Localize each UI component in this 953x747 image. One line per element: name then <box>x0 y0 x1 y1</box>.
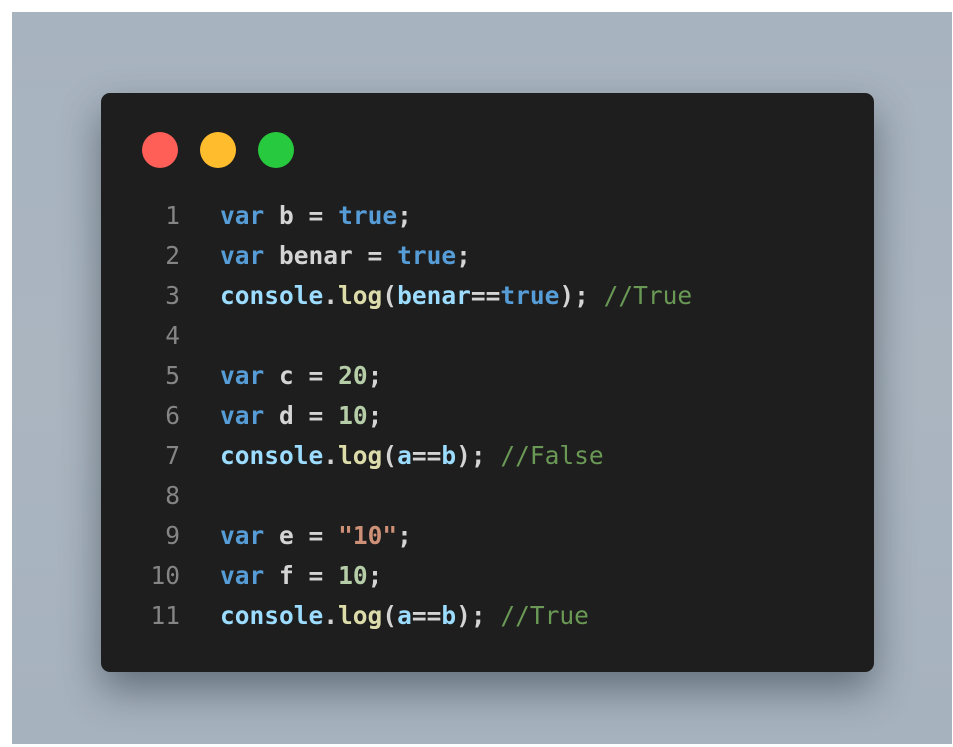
code-token: ); <box>456 601 501 630</box>
code-token: = <box>293 521 339 550</box>
code-token: //True <box>603 281 693 310</box>
code-token: true <box>500 281 560 310</box>
code-token: = <box>352 241 398 270</box>
maximize-dot-icon[interactable] <box>258 132 294 168</box>
code-token: ); <box>456 441 501 470</box>
line-source: var benar = true; <box>220 236 471 276</box>
code-token: . <box>323 281 339 310</box>
code-token: //True <box>500 601 589 630</box>
minimize-dot-icon[interactable] <box>200 132 236 168</box>
code-token: log <box>338 601 383 630</box>
line-number: 7 <box>165 441 180 470</box>
code-token: true <box>397 241 457 270</box>
code-token: var <box>220 241 265 270</box>
code-token: ; <box>397 201 412 230</box>
code-token: b <box>279 201 294 230</box>
code-token: 10 <box>338 561 368 590</box>
line-source: console.log(benar==true); //True <box>220 276 692 316</box>
code-token: console <box>220 281 324 310</box>
line-source: var c = 20; <box>220 356 382 396</box>
code-token: var <box>220 401 265 430</box>
code-token: 20 <box>338 361 368 390</box>
line-source: var f = 10; <box>220 556 382 596</box>
code-token: //False <box>500 441 604 470</box>
line-number: 8 <box>165 481 180 510</box>
code-token: "10" <box>338 521 398 550</box>
code-token: ); <box>559 281 604 310</box>
line-number: 6 <box>165 401 180 430</box>
code-token: = <box>293 561 339 590</box>
line-number: 2 <box>165 241 180 270</box>
line-source: var d = 10; <box>220 396 382 436</box>
code-token: = <box>293 361 339 390</box>
code-window <box>101 93 874 672</box>
line-source: console.log(a==b); //True <box>220 596 589 636</box>
line-source: var e = "10"; <box>220 516 412 556</box>
line-source: var b = true; <box>220 196 412 236</box>
code-token: 10 <box>338 401 368 430</box>
code-token: a <box>397 441 412 470</box>
code-token: == <box>411 441 442 470</box>
line-number: 9 <box>165 521 180 550</box>
line-number: 1 <box>165 201 180 230</box>
code-token: == <box>470 281 501 310</box>
line-number: 3 <box>165 281 180 310</box>
code-token: = <box>293 201 339 230</box>
code-token: a <box>397 601 412 630</box>
code-token: . <box>323 441 339 470</box>
code-token: == <box>411 601 442 630</box>
line-source: console.log(a==b); //False <box>220 436 604 476</box>
code-token: true <box>338 201 398 230</box>
code-token: e <box>279 521 294 550</box>
code-token: benar <box>279 241 353 270</box>
code-token: benar <box>397 281 471 310</box>
code-token: ( <box>382 441 398 470</box>
code-token: ; <box>397 521 412 550</box>
code-token: ; <box>456 241 471 270</box>
code-token: = <box>293 401 339 430</box>
code-token: log <box>338 441 383 470</box>
code-token: b <box>441 601 457 630</box>
code-token: console <box>220 601 324 630</box>
code-token: var <box>220 201 265 230</box>
code-token: console <box>220 441 324 470</box>
code-token: ( <box>382 601 398 630</box>
code-token: ; <box>367 401 383 430</box>
code-token: ; <box>367 561 383 590</box>
line-number: 4 <box>165 321 180 350</box>
line-number: 11 <box>150 601 180 630</box>
line-number: 5 <box>165 361 180 390</box>
code-token: c <box>279 361 294 390</box>
line-number: 10 <box>150 561 180 590</box>
code-token: log <box>338 281 383 310</box>
code-token: d <box>279 401 294 430</box>
code-token: var <box>220 521 265 550</box>
close-dot-icon[interactable] <box>142 132 178 168</box>
code-token: f <box>279 561 294 590</box>
code-token: ( <box>382 281 398 310</box>
code-token: . <box>323 601 339 630</box>
code-token: b <box>441 441 457 470</box>
code-token: ; <box>367 361 383 390</box>
code-token: var <box>220 561 265 590</box>
code-token: var <box>220 361 265 390</box>
